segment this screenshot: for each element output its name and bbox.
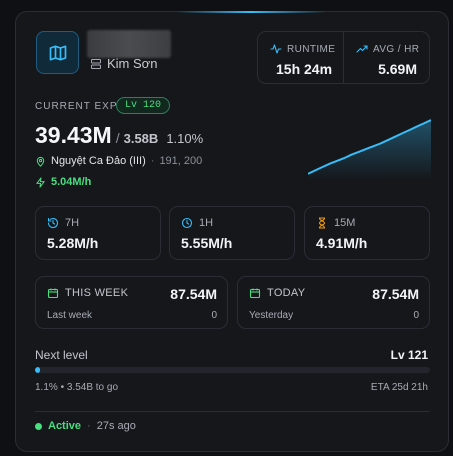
status-state: Active [48, 420, 82, 432]
history-icon [47, 217, 59, 229]
rate-card-value: 5.28M/h [47, 235, 99, 251]
status-row: Active · 27s ago [35, 420, 136, 432]
rate-card-label: 1H [199, 217, 214, 229]
period-value: 87.54M [170, 286, 217, 302]
period-compare-label: Yesterday [249, 310, 294, 321]
period-header: TODAY [249, 287, 305, 299]
map-pin-icon [36, 156, 45, 167]
level-progress-fill [35, 367, 40, 373]
next-level-value: Lv 121 [390, 348, 428, 362]
location-coords: 191, 200 [159, 155, 203, 167]
calendar-icon [249, 288, 261, 299]
exp-tracker-card: Kim Sơn RUNTIME 15h 24m AVG / HR 5.69M C… [15, 11, 449, 452]
period-compare-value: 0 [413, 310, 419, 321]
character-name-redacted [87, 30, 171, 58]
period-compare-label: Last week [47, 310, 93, 321]
hourglass-icon [318, 217, 326, 229]
exp-value: 39.43M [35, 122, 112, 148]
avg-header: AVG / HR [356, 43, 419, 55]
status-last-update: 27s ago [96, 420, 136, 432]
avg-stat: AVG / HR 5.69M [343, 32, 429, 83]
clock-icon [181, 217, 193, 229]
progress-eta: ETA 25d 21h [370, 382, 428, 393]
activity-icon [270, 44, 282, 54]
next-level-label: Next level [35, 348, 88, 362]
rate-card-header: 15M [316, 217, 355, 229]
level-progress-bar [35, 367, 430, 373]
current-exp-label: CURRENT EXP [35, 101, 118, 112]
exp-percent: 1.10% [166, 131, 204, 146]
period-card-this-week: THIS WEEK 87.54M Last week 0 [35, 276, 228, 329]
lightning-icon [36, 176, 45, 188]
rate-card-1h: 1H 5.55M/h [169, 206, 295, 260]
exp-sparkline [308, 119, 431, 180]
location-separator: · [150, 155, 155, 167]
trending-up-icon [356, 45, 368, 53]
period-label: THIS WEEK [65, 287, 129, 299]
rate-card-label: 7H [65, 217, 80, 229]
server-info: Kim Sơn [90, 56, 157, 71]
rate-card-label: 15M [334, 217, 356, 229]
exp-max: 3.58B [123, 131, 159, 146]
period-value: 87.54M [372, 286, 419, 302]
status-separator: · [87, 420, 91, 432]
map-icon [49, 45, 66, 61]
period-compare-value: 0 [211, 310, 217, 321]
rate-card-header: 1H [181, 217, 213, 229]
period-header: THIS WEEK [47, 287, 128, 299]
runtime-label: RUNTIME [287, 43, 336, 55]
level-badge: Lv 120 [116, 97, 171, 114]
top-glow [176, 11, 326, 13]
location-name: Nguyệt Ca Đảo (III) [51, 155, 146, 167]
current-rate: 5.04M/h [35, 176, 91, 188]
rate-card-value: 4.91M/h [316, 235, 368, 251]
runtime-value: 15h 24m [276, 61, 333, 77]
avg-label: AVG / HR [373, 43, 420, 55]
exp-slash: / [115, 130, 120, 146]
server-icon [91, 58, 101, 69]
exp-summary: 39.43M / 3.58B 1.10% [35, 122, 203, 149]
rate-card-15m: 15M 4.91M/h [304, 206, 430, 260]
map-button[interactable] [36, 31, 79, 74]
calendar-icon [47, 288, 59, 299]
server-name: Kim Sơn [107, 56, 158, 71]
avg-value: 5.69M [378, 61, 417, 77]
rate-card-header: 7H [47, 217, 79, 229]
footer-divider [35, 411, 430, 412]
rate-value: 5.04M/h [51, 176, 92, 188]
runtime-stats: RUNTIME 15h 24m AVG / HR 5.69M [257, 31, 430, 84]
status-dot [35, 422, 42, 430]
location-row: Nguyệt Ca Đảo (III) · 191, 200 [35, 155, 202, 167]
runtime-header: RUNTIME [270, 43, 335, 55]
rate-card-value: 5.55M/h [181, 235, 233, 251]
period-card-today: TODAY 87.54M Yesterday 0 [237, 276, 430, 329]
rate-card-7h: 7H 5.28M/h [35, 206, 161, 260]
period-label: TODAY [267, 287, 306, 299]
runtime-stat: RUNTIME 15h 24m [258, 32, 343, 83]
progress-to-go: 1.1% • 3.54B to go [35, 382, 119, 393]
